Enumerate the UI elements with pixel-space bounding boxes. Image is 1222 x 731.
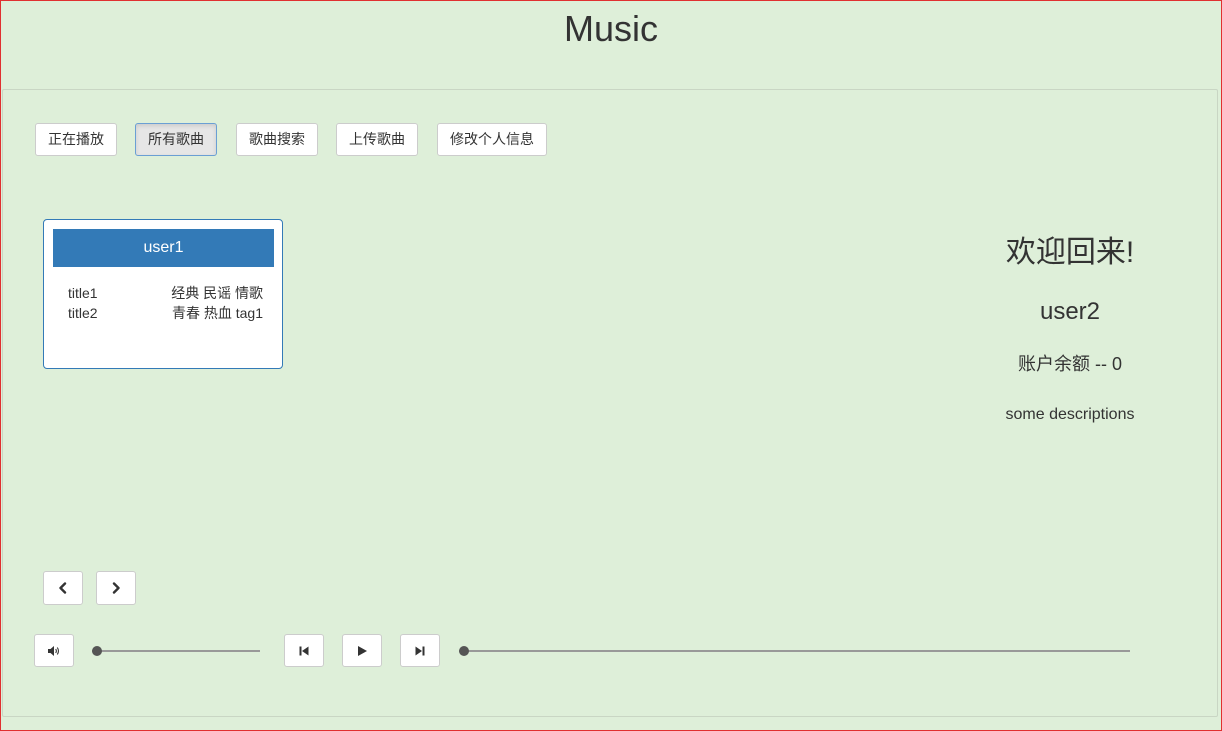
welcome-heading: 欢迎回来! xyxy=(1005,236,1135,269)
skip-previous-icon xyxy=(299,646,309,655)
volume-slider[interactable] xyxy=(92,645,260,657)
song-search-button[interactable]: 歌曲搜索 xyxy=(236,123,318,156)
prev-page-button[interactable] xyxy=(43,571,83,605)
song-row[interactable]: title2 青春 热血 tag1 xyxy=(68,303,263,323)
all-songs-button[interactable]: 所有歌曲 xyxy=(135,123,217,156)
edit-profile-button[interactable]: 修改个人信息 xyxy=(437,123,547,156)
volume-button[interactable] xyxy=(34,634,74,667)
account-balance: 账户余额 -- 0 xyxy=(1017,354,1122,374)
chevron-left-icon xyxy=(59,582,67,594)
user-description: some descriptions xyxy=(1005,406,1135,423)
next-track-button[interactable] xyxy=(400,634,440,667)
volume-slider-thumb[interactable] xyxy=(92,646,102,656)
skip-next-icon xyxy=(415,646,425,655)
progress-slider[interactable] xyxy=(459,645,1130,657)
main-panel xyxy=(2,89,1218,717)
song-row[interactable]: title1 经典 民谣 情歌 xyxy=(68,283,263,303)
play-button[interactable] xyxy=(342,634,382,667)
user-card: user1 title1 经典 民谣 情歌 title2 青春 热血 tag1 xyxy=(43,219,283,369)
song-title[interactable]: title1 xyxy=(68,283,98,303)
next-page-button[interactable] xyxy=(96,571,136,605)
play-icon xyxy=(358,645,367,656)
volume-icon xyxy=(48,645,59,656)
progress-slider-thumb[interactable] xyxy=(459,646,469,656)
previous-track-button[interactable] xyxy=(284,634,324,667)
card-header-username[interactable]: user1 xyxy=(53,229,274,267)
volume-slider-track xyxy=(92,650,260,652)
page-title: Music xyxy=(563,8,658,49)
song-tags: 青春 热血 tag1 xyxy=(171,305,263,321)
song-title[interactable]: title2 xyxy=(68,303,98,323)
progress-slider-track xyxy=(459,650,1130,652)
welcome-username: user2 xyxy=(1039,298,1101,325)
chevron-right-icon xyxy=(112,582,120,594)
now-playing-button[interactable]: 正在播放 xyxy=(35,123,117,156)
upload-song-button[interactable]: 上传歌曲 xyxy=(336,123,418,156)
song-tags: 经典 民谣 情歌 xyxy=(171,285,263,301)
